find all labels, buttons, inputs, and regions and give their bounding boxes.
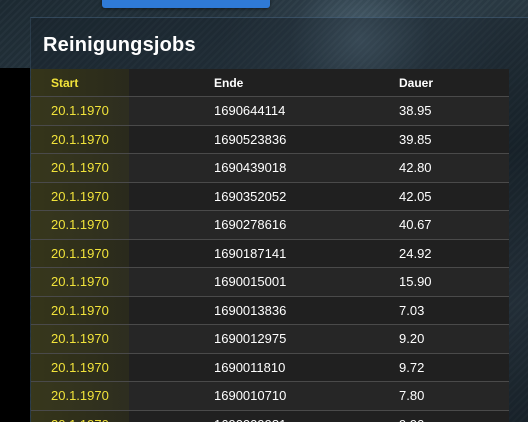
cell-end: 1690644114 xyxy=(214,103,286,118)
cell-duration: 9.90 xyxy=(399,411,424,422)
table-row: 20.1.1970 1690012975 9.20 xyxy=(31,325,509,354)
table-row: 20.1.1970 1690009981 9.90 xyxy=(31,410,509,422)
cell-duration: 40.67 xyxy=(399,217,432,232)
table-row: 20.1.1970 1690013836 7.03 xyxy=(31,296,509,325)
cell-start: 20.1.1970 xyxy=(31,239,129,267)
table-row: 20.1.1970 1690439018 42.80 xyxy=(31,154,509,183)
cell-end: 1690013836 xyxy=(214,302,287,318)
cell-duration: 24.92 xyxy=(399,245,432,261)
top-action-button[interactable] xyxy=(102,0,270,8)
cell-duration: 9.20 xyxy=(399,331,425,346)
table-row: 20.1.1970 1690523836 39.85 xyxy=(31,125,509,154)
cell-duration: 7.03 xyxy=(399,302,425,318)
cell-end: 1690352052 xyxy=(214,188,287,204)
cell-duration: 38.95 xyxy=(399,103,432,118)
cell-duration: 15.90 xyxy=(399,274,432,289)
cell-duration: 42.05 xyxy=(399,188,432,204)
cell-start: 20.1.1970 xyxy=(31,154,129,182)
left-panel-edge xyxy=(0,68,30,422)
cell-duration: 39.85 xyxy=(399,131,432,147)
cell-start: 20.1.1970 xyxy=(31,182,129,210)
cell-end: 1690523836 xyxy=(214,131,287,147)
cell-start: 20.1.1970 xyxy=(31,325,129,353)
table-row: 20.1.1970 1690187141 24.92 xyxy=(31,239,509,268)
cell-duration: 9.72 xyxy=(399,359,425,375)
cell-end: 1690439018 xyxy=(214,160,287,175)
table-header-row: Start Ende Dauer xyxy=(31,69,509,97)
cell-end: 1690009981 xyxy=(214,411,286,422)
cell-start: 20.1.1970 xyxy=(31,125,129,153)
table-row: 20.1.1970 1690644114 38.95 xyxy=(31,97,509,126)
cell-end: 1690278616 xyxy=(214,217,287,232)
cell-end: 1690010710 xyxy=(214,388,287,403)
table-row: 20.1.1970 1690352052 42.05 xyxy=(31,182,509,211)
cell-start: 20.1.1970 xyxy=(31,97,129,125)
cell-end: 1690011810 xyxy=(214,359,286,375)
cell-start: 20.1.1970 xyxy=(31,296,129,324)
table-row: 20.1.1970 1690010710 7.80 xyxy=(31,382,509,411)
cell-duration: 42.80 xyxy=(399,160,432,175)
cell-end: 1690015001 xyxy=(214,274,287,289)
column-header-start[interactable]: Start xyxy=(31,69,129,96)
cell-start: 20.1.1970 xyxy=(31,211,129,239)
cell-start: 20.1.1970 xyxy=(31,353,129,381)
card-title: Reinigungsjobs xyxy=(43,34,196,56)
cell-duration: 7.80 xyxy=(399,388,425,403)
cleaning-jobs-table: Start Ende Dauer 20.1.1970 1690644114 38… xyxy=(31,69,509,422)
column-header-duration[interactable]: Dauer xyxy=(399,69,433,97)
cleaning-jobs-card: Reinigungsjobs Start Ende Dauer 20.1.197… xyxy=(30,17,528,422)
cell-start: 20.1.1970 xyxy=(31,410,129,422)
table-row: 20.1.1970 1690011810 9.72 xyxy=(31,353,509,382)
table-row: 20.1.1970 1690278616 40.67 xyxy=(31,211,509,240)
cell-start: 20.1.1970 xyxy=(31,268,129,296)
cell-end: 1690187141 xyxy=(214,245,287,261)
cell-start: 20.1.1970 xyxy=(31,382,129,410)
cell-end: 1690012975 xyxy=(214,331,287,346)
table-row: 20.1.1970 1690015001 15.90 xyxy=(31,268,509,297)
column-header-end[interactable]: Ende xyxy=(214,69,243,97)
